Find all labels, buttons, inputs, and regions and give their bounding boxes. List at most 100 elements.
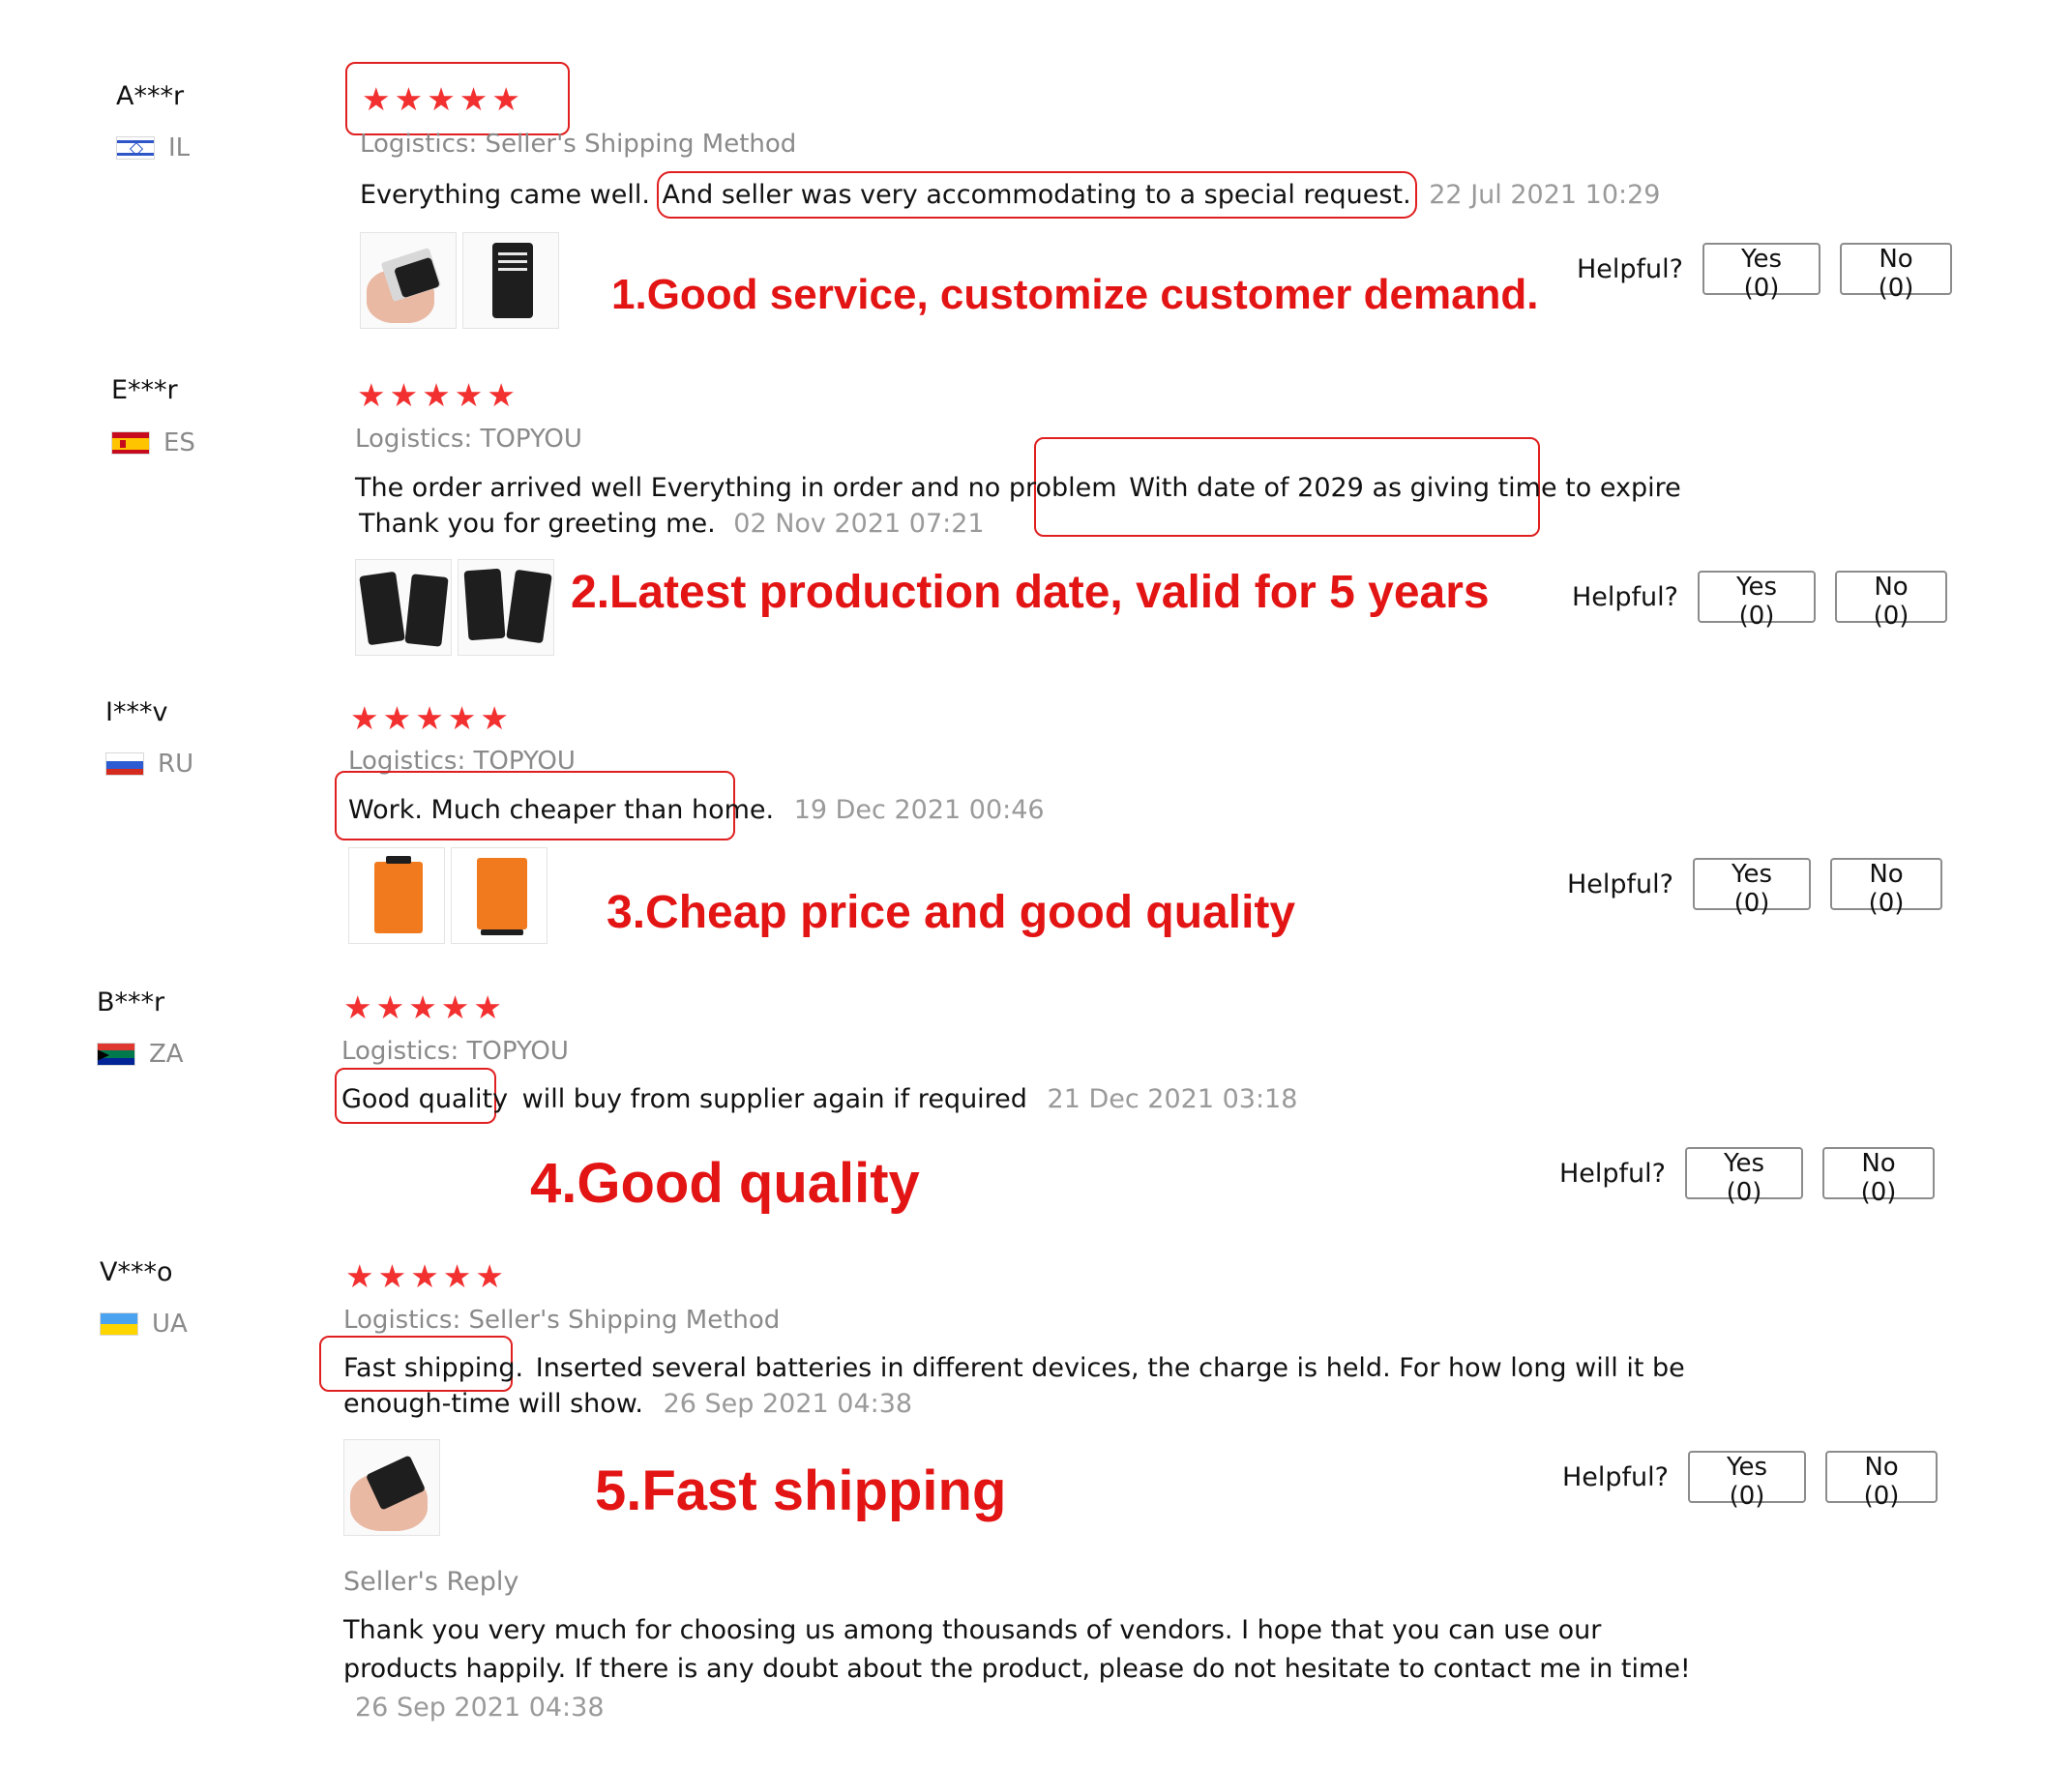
review-text-highlight: Good quality [341, 1084, 509, 1114]
star-icon: ★ [427, 80, 456, 118]
star-icon: ★ [362, 80, 391, 118]
review-text-end: will buy from supplier again if required [521, 1084, 1027, 1114]
reviewer-name: B***r [97, 987, 165, 1017]
review-text-highlight: Fast shipping. [343, 1353, 524, 1383]
star-icon: ★ [408, 988, 437, 1026]
review-text: Work. Much cheaper than home. 19 Dec 202… [348, 792, 1722, 828]
star-icon: ★ [343, 988, 372, 1026]
helpful-no-button[interactable]: No (0) [1825, 1451, 1939, 1511]
review-text: Good quality will buy from supplier agai… [341, 1081, 1715, 1117]
star-rating: ★ ★ ★ ★ ★ [343, 991, 502, 1023]
helpful-yes-button[interactable]: Yes (0) [1702, 243, 1821, 303]
logistics-info: Logistics: Seller's Shipping Method [343, 1306, 781, 1335]
star-icon: ★ [487, 376, 516, 414]
helpful-yes-button[interactable]: Yes (0) [1693, 858, 1812, 918]
star-icon: ★ [394, 80, 424, 118]
reviewer-name: I***v [105, 697, 168, 727]
helpful-no-button[interactable]: No (0) [1835, 571, 1948, 631]
review-photo[interactable] [360, 232, 457, 329]
helpful-section: Helpful? Yes (0) No (0) [1572, 571, 1948, 631]
reviewer-country: ES [111, 428, 195, 457]
review-text-highlight: And seller was very accommodating to a s… [656, 171, 1417, 219]
star-icon: ★ [447, 699, 477, 737]
logistics-info: Logistics: TOPYOU [355, 425, 582, 454]
seller-reply-text: Thank you very much for choosing us amon… [343, 1615, 1691, 1684]
helpful-yes-button[interactable]: Yes (0) [1685, 1147, 1804, 1207]
flag-za-icon [97, 1043, 135, 1066]
flag-ru-icon [105, 752, 144, 776]
star-rating: ★ ★ ★ ★ ★ [357, 379, 516, 411]
helpful-no-button[interactable]: No (0) [1822, 1147, 1936, 1207]
review-text: Everything came well. And seller was ver… [360, 171, 1762, 219]
review-date: 22 Jul 2021 10:29 [1429, 180, 1661, 210]
helpful-label: Helpful? [1567, 869, 1674, 899]
review-photo[interactable] [451, 847, 548, 944]
country-code: UA [152, 1310, 188, 1339]
review-date: 26 Sep 2021 04:38 [663, 1389, 913, 1419]
flag-ua-icon [100, 1312, 138, 1336]
star-icon: ★ [473, 988, 502, 1026]
review-photos [355, 559, 554, 656]
star-icon: ★ [350, 699, 379, 737]
reviewer-country: RU [105, 750, 193, 779]
review-text: Fast shipping. Inserted several batterie… [343, 1350, 1746, 1422]
review-photo[interactable] [462, 232, 559, 329]
helpful-yes-button[interactable]: Yes (0) [1698, 571, 1817, 631]
star-icon: ★ [422, 376, 451, 414]
reviewer-country: ZA [97, 1040, 184, 1069]
star-icon: ★ [377, 1257, 407, 1295]
logistics-info: Logistics: TOPYOU [341, 1037, 569, 1066]
helpful-label: Helpful? [1562, 1461, 1670, 1492]
helpful-no-button[interactable]: No (0) [1840, 243, 1953, 303]
annotation-label: 4.Good quality [530, 1152, 920, 1215]
helpful-section: Helpful? Yes (0) No (0) [1577, 243, 1953, 303]
helpful-yes-button[interactable]: Yes (0) [1688, 1451, 1807, 1511]
star-icon: ★ [454, 376, 484, 414]
star-rating: ★ ★ ★ ★ ★ [362, 83, 520, 115]
review-photos [360, 232, 559, 329]
star-icon: ★ [442, 1257, 472, 1295]
reviewer-name: V***o [100, 1257, 173, 1287]
star-icon: ★ [415, 699, 444, 737]
logistics-info: Logistics: Seller's Shipping Method [360, 130, 797, 159]
review-photo[interactable] [355, 559, 452, 656]
star-icon: ★ [357, 376, 386, 414]
helpful-label: Helpful? [1577, 253, 1684, 284]
seller-reply: Thank you very much for choosing us amon… [343, 1611, 1698, 1727]
helpful-label: Helpful? [1559, 1158, 1667, 1189]
review-date: 19 Dec 2021 00:46 [793, 795, 1045, 825]
star-icon: ★ [410, 1257, 439, 1295]
reviewer-country: UA [100, 1310, 188, 1339]
helpful-section: Helpful? Yes (0) No (0) [1559, 1147, 1936, 1207]
country-code: ES [163, 428, 195, 457]
flag-il-icon [116, 136, 155, 160]
review-photos [343, 1439, 440, 1536]
helpful-label: Helpful? [1572, 581, 1679, 612]
annotation-label: 2.Latest production date, valid for 5 ye… [571, 567, 1490, 618]
review-text-start: Everything came well. [360, 180, 650, 210]
review-photo[interactable] [348, 847, 445, 944]
helpful-section: Helpful? Yes (0) No (0) [1562, 1451, 1939, 1511]
annotation-label: 3.Cheap price and good quality [607, 887, 1296, 938]
country-code: RU [158, 750, 194, 779]
reviewer-country: IL [116, 133, 190, 162]
review-photo[interactable] [458, 559, 554, 656]
star-rating: ★ ★ ★ ★ ★ [350, 702, 509, 734]
review-text: The order arrived well Everything in ord… [355, 470, 1729, 542]
review-text-highlight: With date of 2029 as giving time to expi… [1129, 473, 1681, 503]
star-icon: ★ [375, 988, 405, 1026]
review-date: 02 Nov 2021 07:21 [733, 509, 985, 539]
flag-es-icon [111, 431, 150, 455]
seller-reply-date: 26 Sep 2021 04:38 [355, 1693, 605, 1723]
country-code: ZA [149, 1040, 184, 1069]
star-icon: ★ [382, 699, 412, 737]
helpful-section: Helpful? Yes (0) No (0) [1567, 858, 1943, 918]
star-rating: ★ ★ ★ ★ ★ [345, 1260, 504, 1292]
review-text-highlight: Work. Much cheaper than home. [348, 795, 775, 825]
country-code: IL [168, 133, 191, 162]
helpful-no-button[interactable]: No (0) [1830, 858, 1943, 918]
star-icon: ★ [459, 80, 488, 118]
star-icon: ★ [345, 1257, 374, 1295]
star-icon: ★ [491, 80, 520, 118]
review-photo[interactable] [343, 1439, 440, 1536]
